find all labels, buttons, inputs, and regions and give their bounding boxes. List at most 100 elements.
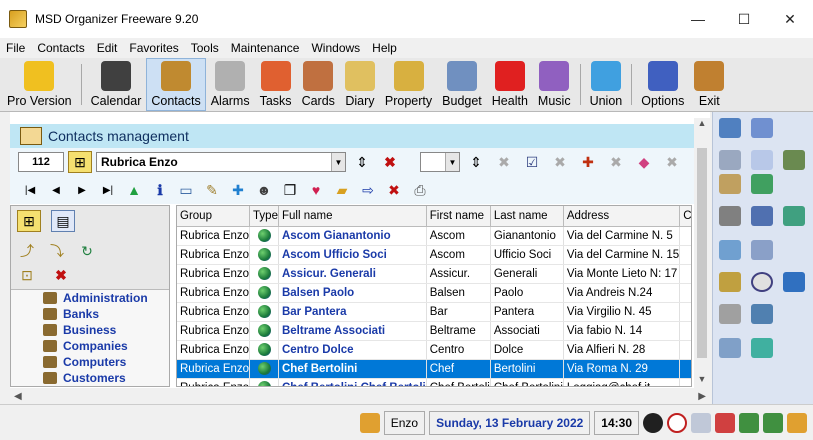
toolbar-property-button[interactable]: Property bbox=[380, 58, 437, 111]
folder-icon[interactable]: ▰ bbox=[330, 179, 354, 201]
next-record-icon[interactable]: ▶ bbox=[70, 179, 94, 201]
chevron-down-icon[interactable]: ▼ bbox=[331, 153, 345, 171]
spreadsheet-icon[interactable] bbox=[751, 206, 773, 226]
toolbar-alarms-button[interactable]: Alarms bbox=[206, 58, 255, 111]
close-button[interactable]: ✕ bbox=[767, 0, 813, 38]
chevron-down-icon[interactable]: ▼ bbox=[445, 153, 459, 171]
toolbar-budget-button[interactable]: Budget bbox=[437, 58, 487, 111]
save-icon[interactable] bbox=[719, 118, 741, 138]
menu-windows[interactable]: Windows bbox=[311, 41, 360, 55]
sort-pyramid-icon[interactable]: ▲ bbox=[122, 179, 146, 201]
filter-select[interactable]: ▼ bbox=[420, 152, 460, 172]
export-arrow-icon[interactable]: ⇨ bbox=[356, 179, 380, 201]
column-header-type[interactable]: Type bbox=[249, 206, 279, 227]
disabled-x-icon[interactable]: ✖ bbox=[492, 151, 516, 173]
copy-icon[interactable] bbox=[719, 150, 741, 170]
delete-page-icon[interactable]: ✖ bbox=[382, 179, 406, 201]
minimize-button[interactable]: — bbox=[675, 0, 721, 38]
copy-pages-icon[interactable]: ❐ bbox=[278, 179, 302, 201]
table-row[interactable]: Rubrica Enzo Ascom Gianantonio Ascom Gianan… bbox=[177, 226, 691, 246]
scroll-up-icon[interactable]: ▲ bbox=[694, 118, 710, 128]
horizontal-scrollbar[interactable]: ◀ ▶ bbox=[10, 388, 710, 404]
scroll-down-icon[interactable]: ▼ bbox=[694, 374, 710, 384]
menu-help[interactable]: Help bbox=[372, 41, 397, 55]
delete-x-icon[interactable]: ✖ bbox=[378, 151, 402, 173]
no-alarm-icon[interactable] bbox=[715, 412, 735, 433]
notes-icon[interactable] bbox=[719, 174, 741, 194]
lock-icon[interactable] bbox=[359, 412, 380, 433]
table-row[interactable]: Rubrica Enzo Centro Dolce Centro Dolce Via A… bbox=[177, 340, 691, 360]
add-record-icon[interactable]: ✚ bbox=[576, 151, 600, 173]
weather-icon[interactable] bbox=[719, 304, 741, 324]
column-header-first-name[interactable]: First name bbox=[426, 206, 491, 227]
group-select[interactable]: Rubrica Enzo ▼ bbox=[96, 152, 346, 172]
disabled-x-icon[interactable]: ✖ bbox=[604, 151, 628, 173]
record-number-field[interactable]: 112 bbox=[18, 152, 64, 172]
move-up-icon[interactable]: ⤴ bbox=[15, 240, 39, 262]
mobile-icon[interactable] bbox=[719, 338, 741, 358]
previous-record-icon[interactable]: ◀ bbox=[44, 179, 68, 201]
image-icon[interactable] bbox=[783, 206, 805, 226]
first-record-icon[interactable]: |◀ bbox=[18, 179, 42, 201]
chart-icon[interactable] bbox=[751, 304, 773, 324]
card-icon[interactable] bbox=[751, 150, 773, 170]
menu-contacts[interactable]: Contacts bbox=[37, 41, 84, 55]
calculator-icon[interactable] bbox=[783, 272, 805, 292]
category-item[interactable]: Business bbox=[11, 322, 169, 338]
table-row[interactable]: Rubrica Enzo Bar Pantera Bar Pantera Via Vir… bbox=[177, 302, 691, 322]
tree-view-icon[interactable]: ⊞ bbox=[17, 210, 41, 232]
maximize-button[interactable]: ☐ bbox=[721, 0, 767, 38]
move-down-icon[interactable]: ⤵ bbox=[45, 240, 69, 262]
table-row[interactable]: Rubrica Enzo Chef Bertolini Chef Bertolini V… bbox=[177, 359, 691, 379]
category-item[interactable]: Banks bbox=[11, 306, 169, 322]
delete-category-icon[interactable]: ✖ bbox=[49, 264, 73, 286]
category-item[interactable]: Administration bbox=[11, 290, 169, 306]
vertical-scrollbar[interactable]: ▲ ▼ bbox=[694, 118, 710, 388]
toolbar-cards-button[interactable]: Cards bbox=[297, 58, 340, 111]
toolbar-options-button[interactable]: Options bbox=[636, 58, 689, 111]
monitor-icon[interactable]: ▭ bbox=[174, 179, 198, 201]
edit-note-icon[interactable]: ✎ bbox=[200, 179, 224, 201]
mail-status-icon[interactable] bbox=[691, 412, 711, 433]
column-header-full-name[interactable]: Full name bbox=[278, 206, 427, 227]
toolbar-union-button[interactable]: Union bbox=[585, 58, 628, 111]
menu-maintenance[interactable]: Maintenance bbox=[231, 41, 300, 55]
printer-icon[interactable]: ⎙ bbox=[408, 179, 432, 201]
category-item[interactable]: Computers bbox=[11, 354, 169, 370]
disabled-x-icon[interactable]: ✖ bbox=[548, 151, 572, 173]
table-row[interactable]: Rubrica Enzo Balsen Paolo Balsen Paolo Via A… bbox=[177, 283, 691, 303]
moon-icon[interactable] bbox=[643, 412, 663, 433]
sync-icon[interactable] bbox=[787, 412, 807, 433]
add-plus-icon[interactable]: ✚ bbox=[226, 179, 250, 201]
menu-edit[interactable]: Edit bbox=[97, 41, 118, 55]
edit-list-icon[interactable]: ▤ bbox=[51, 210, 75, 232]
column-header-last-name[interactable]: Last name bbox=[490, 206, 564, 227]
eraser-icon[interactable]: ◆ bbox=[632, 151, 656, 173]
table-row[interactable]: Rubrica Enzo Assicur. Generali Assicur. Gen… bbox=[177, 264, 691, 284]
column-header-group[interactable]: Group bbox=[177, 206, 251, 227]
info-icon[interactable]: ℹ bbox=[148, 179, 172, 201]
column-header-next[interactable]: C bbox=[679, 206, 691, 227]
last-record-icon[interactable]: ▶| bbox=[96, 179, 120, 201]
heart-plus-icon[interactable]: ♥ bbox=[304, 179, 328, 201]
toolbar-calendar-button[interactable]: Calendar bbox=[86, 58, 147, 111]
save-all-icon[interactable] bbox=[751, 118, 773, 138]
checklist-icon[interactable]: ☑ bbox=[520, 151, 544, 173]
toolbar-exit-button[interactable]: Exit bbox=[689, 58, 729, 111]
expand-tree-icon[interactable]: ⊡ bbox=[15, 264, 39, 286]
menu-file[interactable]: File bbox=[6, 41, 25, 55]
category-item[interactable]: Customers bbox=[11, 370, 169, 386]
menu-tools[interactable]: Tools bbox=[191, 41, 219, 55]
globe-user-icon[interactable] bbox=[751, 174, 773, 194]
scroll-right-icon[interactable]: ▶ bbox=[698, 391, 706, 402]
refresh-tree-icon[interactable]: ↻ bbox=[75, 240, 99, 262]
disabled-x-icon[interactable]: ✖ bbox=[660, 151, 684, 173]
phone-icon[interactable] bbox=[719, 272, 741, 292]
toolbar-diary-button[interactable]: Diary bbox=[340, 58, 380, 111]
spin-icon[interactable]: ⇕ bbox=[350, 151, 374, 173]
table-row[interactable]: Rubrica Enzo Ascom Ufficio Soci Ascom Uffic… bbox=[177, 245, 691, 265]
tools-icon[interactable] bbox=[719, 206, 741, 226]
toolbar-contacts-button[interactable]: Contacts bbox=[146, 58, 206, 111]
toolbar-health-button[interactable]: Health bbox=[487, 58, 533, 111]
export-icon[interactable] bbox=[763, 412, 783, 433]
